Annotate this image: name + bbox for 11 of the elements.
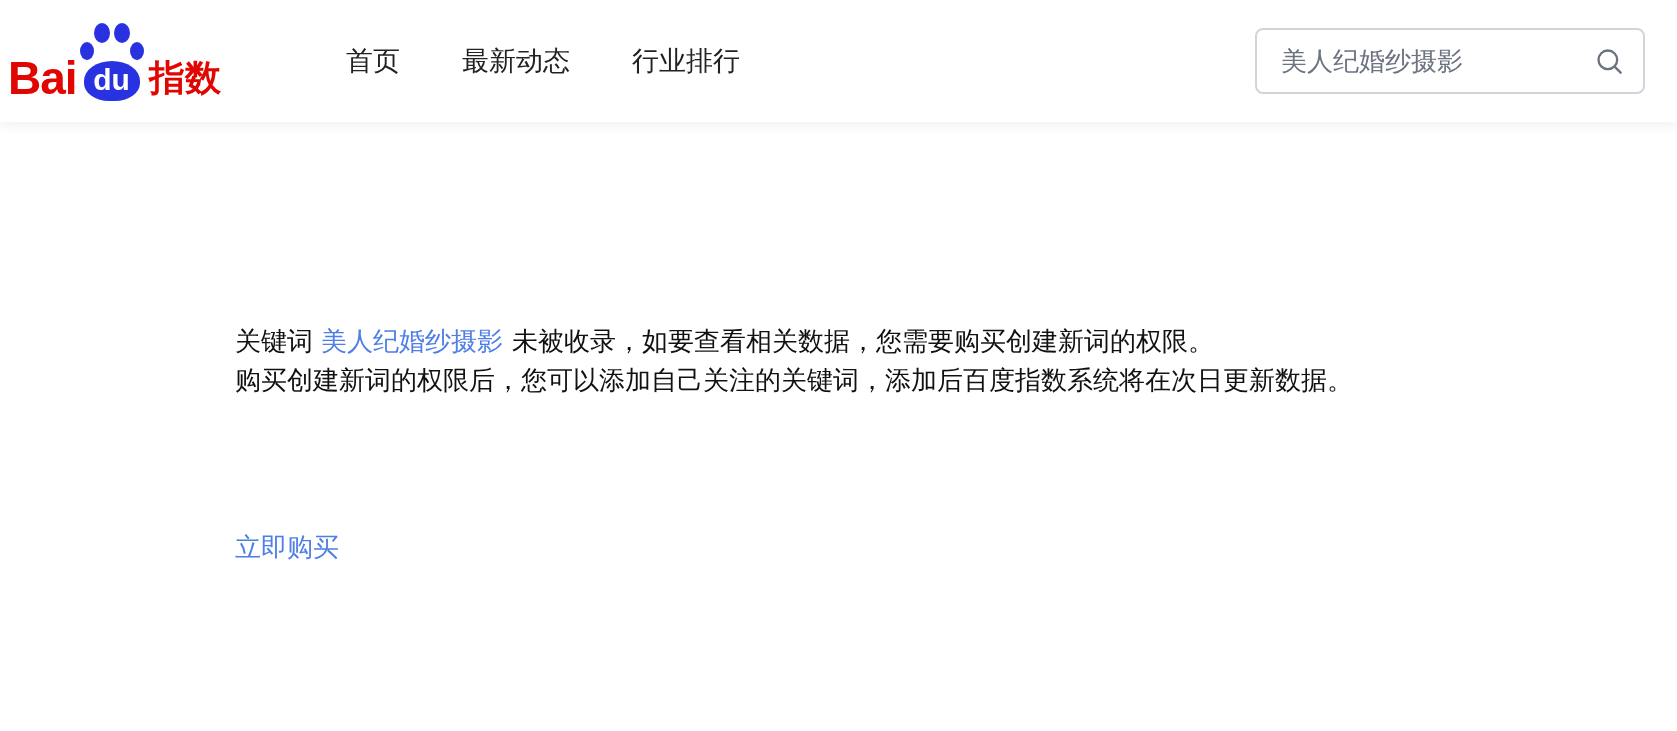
logo-text: Bai [8,55,77,101]
nav-link[interactable]: 首页 [346,43,400,79]
nav-link[interactable]: 最新动态 [462,43,570,79]
paw-logo: du [76,21,147,101]
logo-text: 指数 [148,56,221,100]
nav-link[interactable]: 行业排行 [632,43,740,79]
search-field[interactable]: 美人纪婚纱摄影 [1255,28,1645,94]
search-icon[interactable] [1595,47,1623,75]
message-text: 购买创建新词的权限后，您可以添加自己关注的关键词，添加后百度指数系统将在次日更新数据。 [235,364,1354,397]
buy-link[interactable]: 立即购买 [235,530,339,565]
message-text: 关键词 美人纪婚纱摄影 未被收录，如要查看相关数据，您需要购买创建新词的权限。 [235,325,1215,358]
